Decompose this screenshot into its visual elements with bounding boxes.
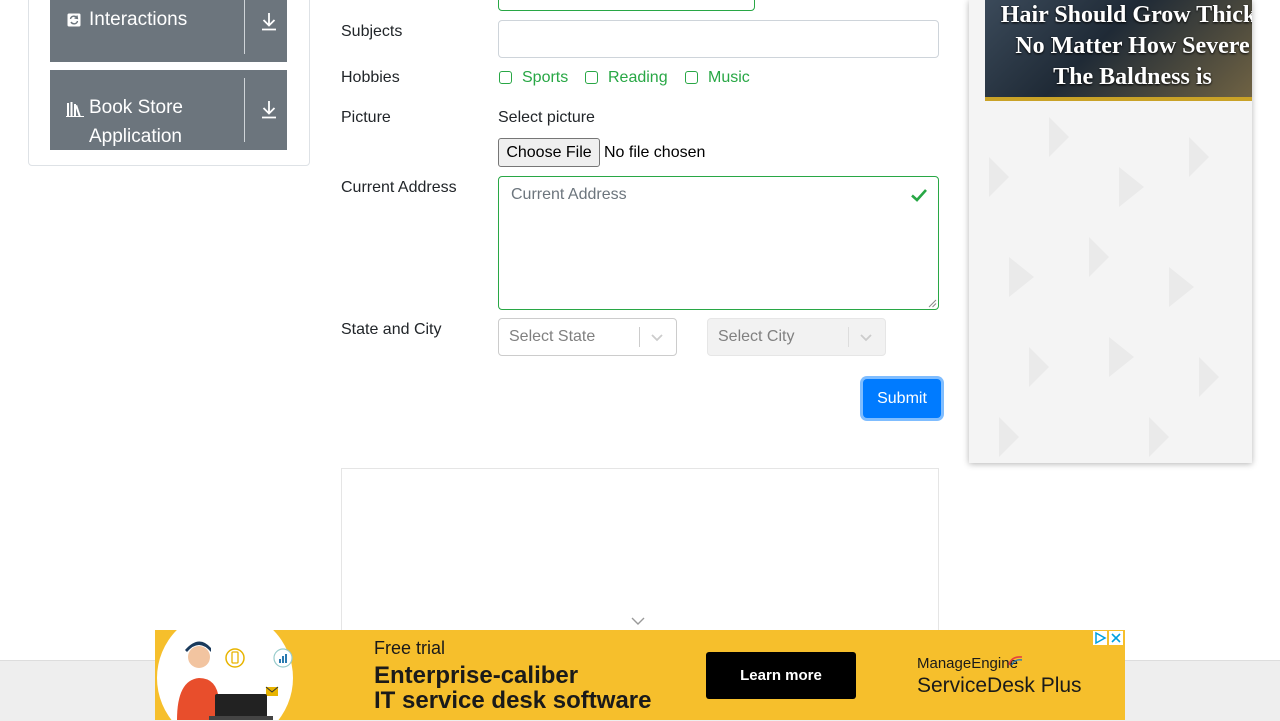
ad-brand-name: ManageEngine [917,655,1018,672]
ad-headline-line2: IT service desk software [374,687,652,714]
ad-headline: Enterprise-caliber IT service desk softw… [374,663,651,713]
divider [244,78,245,142]
person-laptop-illustration-icon [157,630,293,720]
resize-handle-icon[interactable] [928,299,937,308]
subjects-input[interactable] [498,20,939,58]
current-address-textarea[interactable]: Current Address [498,176,939,310]
sidebar-item-label-line2: Application [89,126,182,147]
subjects-label: Subjects [341,23,403,40]
hobby-music-checkbox[interactable] [685,71,698,84]
interactions-icon [67,13,81,27]
chevron-down-icon[interactable] [858,329,874,345]
hobby-sports-label[interactable]: Sports [522,69,568,87]
choose-file-button[interactable]: Choose File [498,138,600,167]
state-placeholder: Select State [509,328,596,345]
hobby-reading-checkbox[interactable] [585,71,598,84]
ad-headline-line1: Enterprise-caliber [374,662,579,689]
ad-headline: Hair Should Grow Thick! No Matter How Se… [985,0,1252,93]
state-select[interactable]: Select State [498,318,677,356]
current-address-label: Current Address [341,179,457,196]
city-placeholder: Select City [718,328,795,345]
mobile-field-edge[interactable] [498,0,755,11]
divider [244,0,245,54]
hobby-sports-checkbox[interactable] [499,71,512,84]
ad-headline-line3: The Baldness is [1053,64,1212,90]
chevron-down-icon[interactable] [649,329,665,345]
divider [848,327,849,347]
no-file-text: No file chosen [604,144,706,161]
select-picture-label: Select picture [498,109,595,126]
ad-free-trial: Free trial [374,638,446,658]
picture-label: Picture [341,109,391,126]
valid-check-icon [911,189,927,202]
divider [639,327,640,347]
city-select[interactable]: Select City [707,318,886,356]
hobby-reading-label[interactable]: Reading [608,69,668,87]
adchoices-icon[interactable] [1093,631,1107,645]
sidebar-group-interactions[interactable]: Interactions [50,0,287,62]
ad-placeholder-box [341,468,939,648]
ad-headline-line1: Hair Should Grow Thick! [1000,2,1252,28]
state-city-label: State and City [341,321,442,338]
chevron-down-icon[interactable] [630,615,646,627]
download-icon[interactable] [255,8,283,36]
learn-more-button[interactable]: Learn more [706,652,856,699]
ad-headline-line2: No Matter How Severe [1015,33,1250,59]
sidebar-item-label: Book Store [89,97,183,118]
sidebar-group-book-store[interactable]: Book Store Application [50,70,287,150]
ad-background-pattern [989,117,1219,457]
sidebar-item-label: Interactions [89,9,188,30]
hobby-music-label[interactable]: Music [708,69,750,87]
address-placeholder: Current Address [511,186,627,203]
brand-arc-icon [1008,656,1023,666]
books-icon [66,102,84,117]
ad-product-name: ServiceDesk Plus [917,674,1082,697]
close-ad-icon[interactable] [1109,631,1123,645]
right-ad-banner[interactable]: Hair Should Grow Thick! No Matter How Se… [969,0,1252,463]
bottom-ad-banner[interactable]: Free trial Enterprise-caliber IT service… [155,630,1125,720]
submit-button[interactable]: Submit [863,379,941,418]
hobbies-label: Hobbies [341,69,400,86]
download-icon[interactable] [255,96,283,124]
